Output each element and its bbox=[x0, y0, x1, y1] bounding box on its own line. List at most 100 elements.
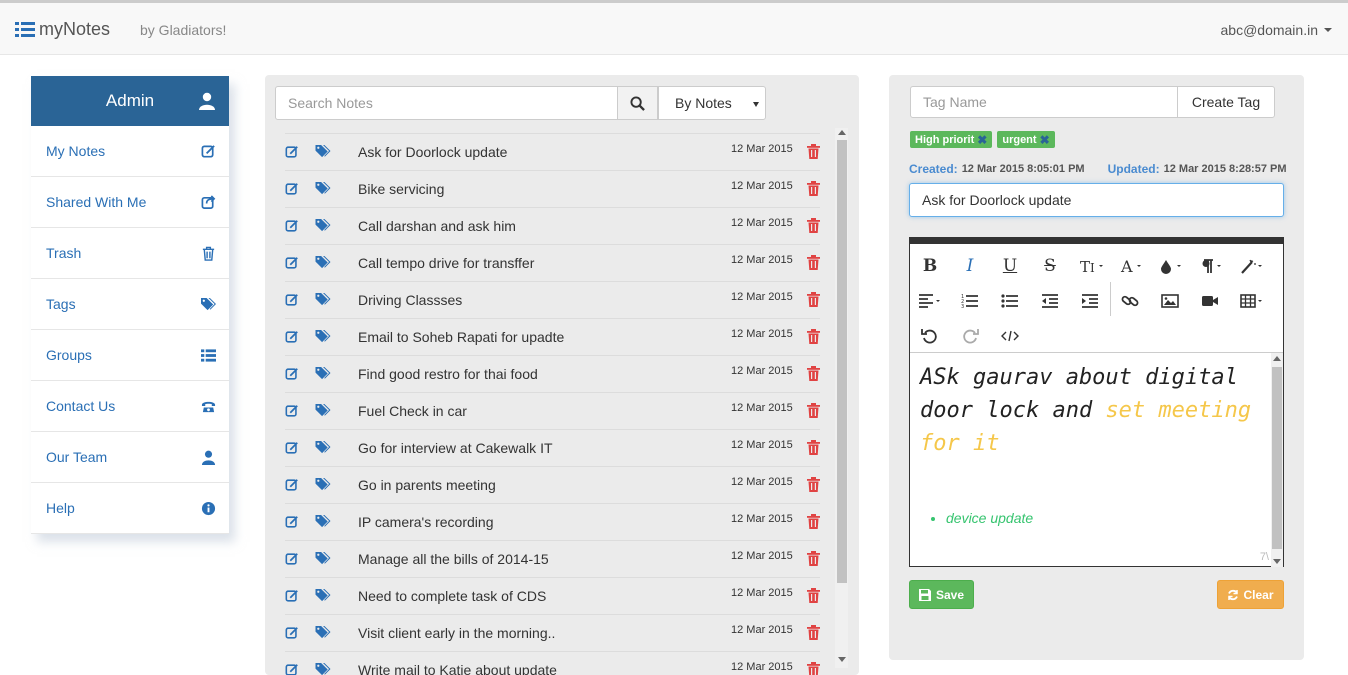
bold-button[interactable]: B bbox=[915, 252, 945, 280]
undo-button[interactable] bbox=[915, 322, 945, 350]
edit-icon[interactable] bbox=[285, 441, 299, 455]
note-row[interactable]: Fuel Check in car 12 Mar 2015 bbox=[285, 392, 820, 429]
tags-icon[interactable] bbox=[315, 292, 331, 307]
clear-button[interactable]: Clear bbox=[1217, 580, 1284, 609]
filter-select[interactable]: By Notes bbox=[658, 86, 766, 120]
font-family-button[interactable]: A bbox=[1115, 252, 1149, 280]
note-title[interactable]: Bike servicing bbox=[358, 181, 444, 197]
edit-icon[interactable] bbox=[285, 552, 299, 566]
trash-icon[interactable] bbox=[807, 625, 820, 640]
trash-icon[interactable] bbox=[807, 255, 820, 270]
note-row[interactable]: Visit client early in the morning.. 12 Ma… bbox=[285, 614, 820, 651]
save-button[interactable]: Save bbox=[909, 580, 974, 609]
note-title[interactable]: Need to complete task of CDS bbox=[358, 588, 546, 604]
note-row[interactable]: Call tempo drive for transffer 12 Mar 201… bbox=[285, 244, 820, 281]
notes-scrollbar[interactable] bbox=[835, 128, 848, 668]
trash-icon[interactable] bbox=[807, 144, 820, 159]
sidebar-item-my-notes[interactable]: My Notes bbox=[31, 126, 229, 177]
scroll-thumb[interactable] bbox=[837, 140, 847, 583]
trash-icon[interactable] bbox=[807, 588, 820, 603]
tags-icon[interactable] bbox=[315, 588, 331, 603]
edit-icon[interactable] bbox=[285, 663, 299, 675]
scroll-down-icon[interactable] bbox=[838, 657, 846, 662]
scroll-up-icon[interactable] bbox=[838, 130, 846, 135]
trash-icon[interactable] bbox=[807, 366, 820, 381]
brand-link[interactable]: myNotes bbox=[15, 19, 110, 40]
strikethrough-button[interactable]: S bbox=[1035, 252, 1065, 280]
search-button[interactable] bbox=[617, 86, 658, 120]
note-row[interactable]: Need to complete task of CDS 12 Mar 2015 bbox=[285, 577, 820, 614]
sidebar-item-groups[interactable]: Groups bbox=[31, 330, 229, 381]
tags-icon[interactable] bbox=[315, 551, 331, 566]
edit-icon[interactable] bbox=[285, 478, 299, 492]
sidebar-item-tags[interactable]: Tags bbox=[31, 279, 229, 330]
edit-icon[interactable] bbox=[285, 626, 299, 640]
tags-icon[interactable] bbox=[315, 440, 331, 455]
note-row[interactable]: Ask for Doorlock update 12 Mar 2015 bbox=[285, 133, 820, 170]
edit-icon[interactable] bbox=[285, 367, 299, 381]
sidebar-item-shared-with-me[interactable]: Shared With Me bbox=[31, 177, 229, 228]
note-title[interactable]: Fuel Check in car bbox=[358, 403, 467, 419]
create-tag-button[interactable]: Create Tag bbox=[1177, 86, 1275, 118]
align-button[interactable] bbox=[913, 287, 947, 315]
sidebar-item-contact-us[interactable]: Contact Us bbox=[31, 381, 229, 432]
table-button[interactable] bbox=[1235, 287, 1269, 315]
sidebar-item-our-team[interactable]: Our Team bbox=[31, 432, 229, 483]
edit-icon[interactable] bbox=[285, 182, 299, 196]
note-title[interactable]: IP camera's recording bbox=[358, 514, 493, 530]
tags-icon[interactable] bbox=[315, 329, 331, 344]
edit-icon[interactable] bbox=[285, 330, 299, 344]
trash-icon[interactable] bbox=[807, 551, 820, 566]
trash-icon[interactable] bbox=[807, 292, 820, 307]
note-title[interactable]: Call darshan and ask him bbox=[358, 218, 516, 234]
note-row[interactable]: Go for interview at Cakewalk IT 12 Mar 20… bbox=[285, 429, 820, 466]
trash-icon[interactable] bbox=[807, 403, 820, 418]
redo-button[interactable] bbox=[955, 322, 985, 350]
note-title[interactable]: Find good restro for thai food bbox=[358, 366, 538, 382]
trash-icon[interactable] bbox=[807, 181, 820, 196]
tags-icon[interactable] bbox=[315, 403, 331, 418]
note-title[interactable]: Driving Classses bbox=[358, 292, 462, 308]
scroll-up-icon[interactable] bbox=[1273, 356, 1281, 361]
scroll-thumb[interactable] bbox=[1272, 367, 1282, 549]
note-row[interactable]: IP camera's recording 12 Mar 2015 bbox=[285, 503, 820, 540]
note-title[interactable]: Go in parents meeting bbox=[358, 477, 496, 493]
tags-icon[interactable] bbox=[315, 477, 331, 492]
sidebar-item-help[interactable]: Help bbox=[31, 483, 229, 534]
video-button[interactable] bbox=[1195, 287, 1225, 315]
resize-handle[interactable]: 7\ bbox=[1260, 551, 1269, 563]
trash-icon[interactable] bbox=[807, 329, 820, 344]
note-row[interactable]: Call darshan and ask him 12 Mar 2015 bbox=[285, 207, 820, 244]
remove-tag-icon[interactable]: ✖ bbox=[977, 133, 987, 147]
tags-icon[interactable] bbox=[315, 181, 331, 196]
note-title[interactable]: Email to Soheb Rapati for upadte bbox=[358, 329, 564, 345]
editor-scrollbar[interactable] bbox=[1271, 353, 1283, 567]
tags-icon[interactable] bbox=[315, 514, 331, 529]
font-size-button[interactable]: TI bbox=[1075, 252, 1109, 280]
outdent-button[interactable] bbox=[1035, 287, 1065, 315]
ordered-list-button[interactable]: 123 bbox=[955, 287, 985, 315]
note-row[interactable]: Email to Soheb Rapati for upadte 12 Mar 2… bbox=[285, 318, 820, 355]
tags-icon[interactable] bbox=[315, 218, 331, 233]
italic-button[interactable]: I bbox=[955, 252, 985, 280]
tags-icon[interactable] bbox=[315, 366, 331, 381]
note-title[interactable]: Call tempo drive for transffer bbox=[358, 255, 534, 271]
note-row[interactable]: Manage all the bills of 2014-15 12 Mar 20… bbox=[285, 540, 820, 577]
code-view-button[interactable] bbox=[995, 322, 1025, 350]
trash-icon[interactable] bbox=[807, 514, 820, 529]
edit-icon[interactable] bbox=[285, 219, 299, 233]
note-row[interactable]: Driving Classses 12 Mar 2015 bbox=[285, 281, 820, 318]
edit-icon[interactable] bbox=[285, 256, 299, 270]
unordered-list-button[interactable] bbox=[995, 287, 1025, 315]
trash-icon[interactable] bbox=[807, 440, 820, 455]
user-menu[interactable]: abc@domain.in bbox=[1221, 22, 1332, 38]
image-button[interactable] bbox=[1155, 287, 1185, 315]
tags-icon[interactable] bbox=[315, 144, 331, 159]
scroll-down-icon[interactable] bbox=[1273, 559, 1281, 564]
note-title-input[interactable]: Ask for Doorlock update bbox=[909, 183, 1284, 217]
edit-icon[interactable] bbox=[285, 404, 299, 418]
note-title[interactable]: Manage all the bills of 2014-15 bbox=[358, 551, 549, 567]
note-row[interactable]: Bike servicing 12 Mar 2015 bbox=[285, 170, 820, 207]
trash-icon[interactable] bbox=[807, 218, 820, 233]
note-row[interactable]: Go in parents meeting 12 Mar 2015 bbox=[285, 466, 820, 503]
